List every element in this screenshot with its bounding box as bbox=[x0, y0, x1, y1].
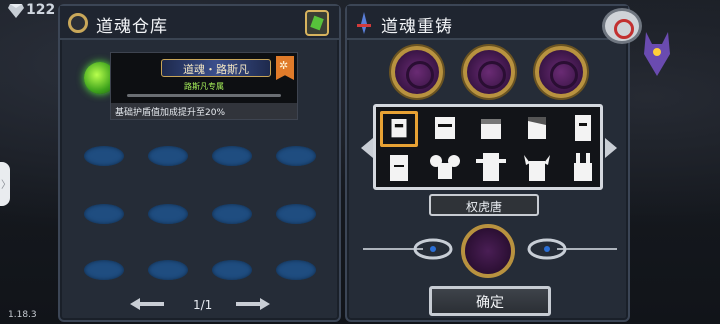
soul-slot[interactable] bbox=[276, 204, 316, 224]
portrait-viking[interactable] bbox=[518, 151, 556, 187]
diamond-icon bbox=[8, 4, 24, 18]
portrait-elf[interactable] bbox=[518, 111, 556, 147]
side-drawer-tab[interactable]: 〉 bbox=[0, 162, 11, 206]
recast-icon bbox=[357, 12, 371, 34]
soul-slot[interactable] bbox=[148, 260, 188, 280]
confirm-button[interactable]: 确定 bbox=[429, 286, 551, 316]
right-triangle-icon[interactable] bbox=[605, 138, 617, 158]
soul-slot[interactable] bbox=[212, 146, 252, 166]
left-arrow-icon[interactable] bbox=[130, 298, 164, 310]
soul-slot[interactable] bbox=[84, 204, 124, 224]
portrait-mouse[interactable] bbox=[426, 151, 464, 187]
selected-name-plate: 权虎唐 bbox=[429, 194, 539, 216]
material-socket[interactable] bbox=[391, 46, 443, 98]
portrait-rabbit[interactable] bbox=[564, 151, 602, 187]
soul-slot[interactable] bbox=[276, 146, 316, 166]
tooltip-title: 道魂・路斯凡 bbox=[183, 63, 249, 76]
panel-title: 道魂仓库 bbox=[96, 17, 168, 37]
portrait-cowboy[interactable] bbox=[472, 151, 510, 187]
soul-slot[interactable] bbox=[276, 260, 316, 280]
panel-header: 道魂重铸 bbox=[347, 6, 642, 44]
tooltip-divider bbox=[127, 94, 281, 97]
panel-title: 道魂重铸 bbox=[381, 17, 453, 37]
ring-icon bbox=[68, 13, 88, 33]
result-socket[interactable] bbox=[461, 224, 515, 278]
rotate-icon[interactable] bbox=[602, 8, 642, 44]
portrait-knight[interactable] bbox=[380, 111, 418, 147]
tooltip-description: 基础护盾值加成提升至20% bbox=[111, 103, 297, 119]
panel-header: 道魂仓库 bbox=[60, 6, 339, 40]
map-icon[interactable] bbox=[305, 10, 329, 36]
soul-recast-panel: 道魂重铸 权虎唐 确定 bbox=[345, 4, 642, 322]
soul-slot[interactable] bbox=[212, 204, 252, 224]
chevron-right-icon: 〉 bbox=[1, 180, 11, 191]
material-socket[interactable] bbox=[463, 46, 515, 98]
soul-slot[interactable] bbox=[212, 260, 252, 280]
version-label: 1.18.3 bbox=[8, 310, 37, 320]
badge-icon: ✲ bbox=[276, 56, 294, 80]
right-arrow-icon[interactable] bbox=[236, 298, 270, 310]
soul-tooltip: 道魂・路斯凡 ✲ 路斯凡专属 基础护盾值加成提升至20% bbox=[110, 52, 298, 120]
portrait-paladin[interactable] bbox=[564, 111, 602, 147]
portrait-bandana[interactable] bbox=[472, 111, 510, 147]
tooltip-title-bar: 道魂・路斯凡 bbox=[161, 59, 271, 77]
right-wing-ornament bbox=[527, 238, 617, 260]
soul-slot[interactable] bbox=[84, 260, 124, 280]
pet-character-icon bbox=[644, 32, 670, 76]
currency-value: 122 bbox=[26, 2, 56, 18]
material-socket[interactable] bbox=[535, 46, 587, 98]
portrait-rogue[interactable] bbox=[426, 111, 464, 147]
tooltip-subtitle: 路斯凡专属 bbox=[184, 82, 224, 91]
left-wing-ornament bbox=[363, 238, 453, 260]
soul-slot[interactable] bbox=[148, 204, 188, 224]
page-indicator: 1/1 bbox=[193, 298, 213, 312]
soul-slot[interactable] bbox=[84, 146, 124, 166]
left-triangle-icon[interactable] bbox=[361, 138, 373, 158]
portrait-priest[interactable] bbox=[380, 151, 418, 187]
soul-slot[interactable] bbox=[148, 146, 188, 166]
portrait-grid bbox=[373, 104, 603, 190]
